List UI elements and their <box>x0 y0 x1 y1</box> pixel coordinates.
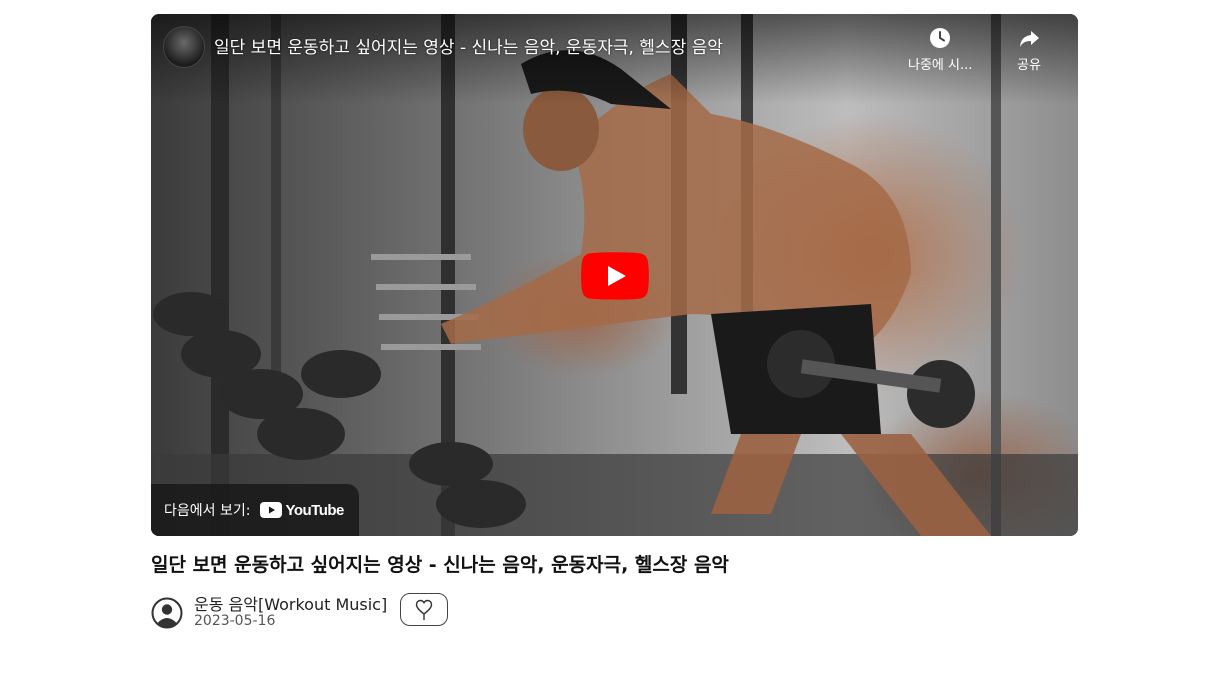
watch-later-label: 나중에 시... <box>908 58 973 73</box>
author-name[interactable]: 운동 음악[Workout Music] <box>194 591 387 615</box>
youtube-logo[interactable]: YouTube <box>260 501 344 519</box>
youtube-play-icon <box>260 502 283 518</box>
watch-on-label: 다음에서 보기: <box>164 503 251 519</box>
youtube-wordmark: YouTube <box>285 501 344 519</box>
post-date: 2023-05-16 <box>194 613 276 629</box>
clock-icon <box>930 28 951 48</box>
channel-avatar[interactable] <box>163 26 205 68</box>
like-button[interactable] <box>400 593 448 626</box>
watch-later-button[interactable]: 나중에 시... <box>908 26 972 73</box>
embedded-video-player[interactable]: 일단 보면 운동하고 싶어지는 영상 - 신나는 음악, 운동자극, 헬스장 음… <box>151 14 1078 536</box>
user-circle-icon <box>151 597 183 629</box>
share-arrow-icon <box>1020 31 1039 47</box>
share-label: 공유 <box>1017 58 1041 73</box>
post-title: 일단 보면 운동하고 싶어지는 영상 - 신나는 음악, 운동자극, 헬스장 음… <box>151 554 729 576</box>
share-button[interactable]: 공유 <box>1017 26 1041 73</box>
heart-outline-icon <box>415 599 433 620</box>
video-title-link[interactable]: 일단 보면 운동하고 싶어지는 영상 - 신나는 음악, 운동자극, 헬스장 음… <box>214 33 723 58</box>
play-button[interactable] <box>581 252 649 300</box>
page: 일단 보면 운동하고 싶어지는 영상 - 신나는 음악, 운동자극, 헬스장 음… <box>0 0 1232 685</box>
watch-on-youtube-bar[interactable]: 다음에서 보기: YouTube <box>151 484 359 536</box>
